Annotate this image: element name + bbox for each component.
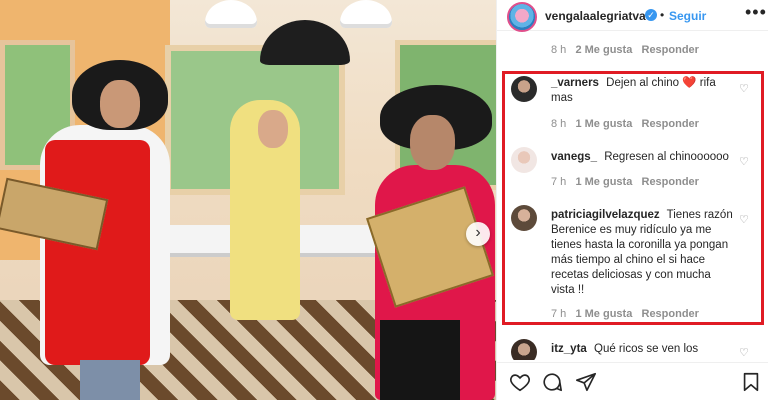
comment-text: itz_yta Qué ricos se ven los: [551, 342, 733, 357]
avatar[interactable]: [507, 2, 537, 32]
avatar[interactable]: [511, 205, 537, 231]
ceiling-lamp: [260, 20, 350, 65]
bookmark-icon[interactable]: [740, 371, 762, 393]
heart-icon[interactable]: ♡: [739, 348, 749, 359]
host-left-pants: [80, 360, 140, 400]
heart-icon[interactable]: ♡: [739, 84, 749, 95]
comment-text: patriciagilvelazquez Tienes razón Bereni…: [551, 208, 733, 298]
comment-likes[interactable]: 1 Me gusta: [575, 176, 632, 188]
avatar[interactable]: [511, 147, 537, 173]
comment-meta: 8 h 2 Me gusta Responder: [551, 44, 699, 56]
comment-time: 7 h: [551, 176, 567, 188]
reply-button[interactable]: Responder: [642, 118, 699, 130]
comment-username[interactable]: patriciagilvelazquez: [551, 209, 660, 221]
send-icon[interactable]: [575, 371, 597, 393]
ceiling-lamp: [340, 0, 392, 28]
host-left-apron: [45, 140, 150, 365]
host-left-face: [100, 80, 140, 128]
ceiling-lamp: [205, 0, 257, 28]
comment-item: itz_yta Qué ricos se ven los ♡: [497, 338, 768, 360]
comment-body: Qué ricos se ven los: [594, 343, 699, 355]
comment-likes[interactable]: 1 Me gusta: [575, 118, 632, 130]
reply-button[interactable]: Responder: [642, 308, 699, 320]
comment-username[interactable]: vanegs_: [551, 151, 597, 163]
more-horizontal-icon[interactable]: •••: [745, 2, 767, 23]
red-heart-emoji: ❤️: [682, 77, 697, 89]
post-header: vengalaalegriatva ✓ • Seguir •••: [497, 0, 768, 32]
separator-dot: •: [660, 8, 665, 22]
comment-time: 8 h: [551, 44, 567, 56]
action-bar: [497, 362, 768, 401]
chevron-right-icon[interactable]: ›: [466, 222, 490, 246]
host-center-face: [258, 110, 288, 148]
comment-body: Dejen al chino: [606, 77, 680, 89]
comments-panel: vengalaalegriatva ✓ • Seguir ••• 8 h 2 M…: [496, 0, 768, 400]
comment-time: 7 h: [551, 308, 567, 320]
comment-meta: 8 h 1 Me gusta Responder: [551, 118, 699, 130]
avatar[interactable]: [511, 339, 537, 360]
comment-likes[interactable]: 1 Me gusta: [575, 308, 632, 320]
reply-button[interactable]: Responder: [642, 44, 699, 56]
comment-meta: 7 h 1 Me gusta Responder: [551, 308, 699, 320]
host-right-pants: [380, 320, 460, 400]
verified-icon: ✓: [645, 9, 657, 21]
follow-button[interactable]: Seguir: [669, 9, 706, 23]
post-author-username[interactable]: vengalaalegriatva: [545, 9, 646, 23]
comment-meta: 7 h 1 Me gusta Responder: [551, 176, 699, 188]
comment-body: Tienes razón Berenice es muy ridículo ya…: [551, 209, 733, 296]
comment-text: _varners Dejen al chino ❤️ rifa mas: [551, 76, 733, 106]
reply-button[interactable]: Responder: [642, 176, 699, 188]
host-right-face: [410, 115, 455, 170]
comment-likes[interactable]: 2 Me gusta: [575, 44, 632, 56]
heart-icon[interactable]: ♡: [739, 215, 749, 226]
comment-time: 8 h: [551, 118, 567, 130]
comment-body: Regresen al chinoooooo: [604, 151, 729, 163]
heart-icon[interactable]: ♡: [739, 157, 749, 168]
heart-icon[interactable]: [509, 371, 531, 393]
comment-icon[interactable]: [541, 371, 563, 393]
comment-username[interactable]: itz_yta: [551, 343, 587, 355]
avatar[interactable]: [511, 76, 537, 102]
comment-text: vanegs_ Regresen al chinoooooo: [551, 150, 733, 165]
comment-username[interactable]: _varners: [551, 77, 599, 89]
post-photo[interactable]: ›: [0, 0, 496, 400]
